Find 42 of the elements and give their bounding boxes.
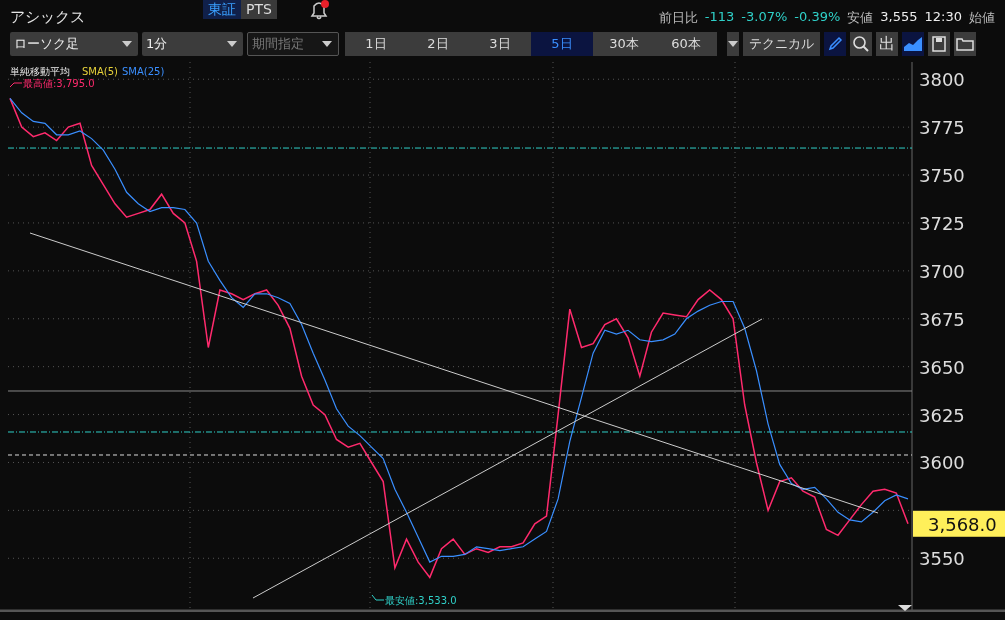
price-change: -113 [704, 9, 735, 26]
axis-tick-label: 3750 [919, 165, 965, 187]
period-tab[interactable]: 30本 [593, 32, 655, 56]
axis-tick-label: 3650 [919, 356, 965, 378]
period-tab[interactable]: 60本 [655, 32, 717, 56]
stock-name: アシックス [10, 8, 86, 27]
technical-button[interactable]: テクニカル [743, 32, 820, 56]
low-price: 3,555 [880, 9, 918, 26]
axis-tick-label: 3600 [919, 452, 965, 474]
axis-tick-label: 3725 [919, 212, 965, 234]
period-tab[interactable]: 5日 [531, 32, 593, 56]
last-price-label: 3,568.0 [913, 510, 1005, 537]
axis-tick-label: 3550 [919, 548, 965, 570]
open-label: 始値 [969, 9, 995, 27]
scroll-down-icon[interactable] [898, 605, 912, 611]
zoom-button[interactable] [850, 32, 872, 56]
change-percent: -0.39% [794, 9, 841, 26]
axis-tick-label: 3700 [919, 260, 965, 282]
area-chart-button[interactable] [902, 32, 924, 56]
axis-tick-label: 3675 [919, 308, 965, 330]
change-label: 前日比 [658, 9, 698, 27]
axis-tick-label: 3625 [919, 404, 965, 426]
period-tab[interactable]: 2日 [407, 32, 469, 56]
interval-dropdown[interactable]: 1分 [142, 32, 243, 56]
legend-series: SMA(25) [122, 66, 165, 77]
more-dropdown[interactable] [727, 32, 739, 56]
period-tab[interactable]: 1日 [345, 32, 407, 56]
market-tab[interactable]: 東証 [203, 0, 241, 19]
change-percent: -3.07% [741, 9, 788, 26]
period-tab[interactable]: 3日 [469, 32, 531, 56]
market-tab[interactable]: PTS [241, 0, 277, 19]
chart-type-dropdown[interactable]: ローソク足 [10, 32, 138, 56]
low-label: 安値 [847, 9, 874, 27]
folder-button[interactable] [954, 32, 976, 56]
pencil-button[interactable] [824, 32, 846, 56]
axis-tick-label: 3775 [919, 117, 965, 139]
legend-series: SMA(5) [82, 66, 118, 77]
legend-title: 単純移動平均 [10, 66, 70, 77]
export-button[interactable]: 出 [876, 32, 898, 56]
quote-time: 12:30 [924, 9, 962, 26]
save-button[interactable] [928, 32, 950, 56]
axis-tick-label: 3800 [919, 69, 965, 91]
